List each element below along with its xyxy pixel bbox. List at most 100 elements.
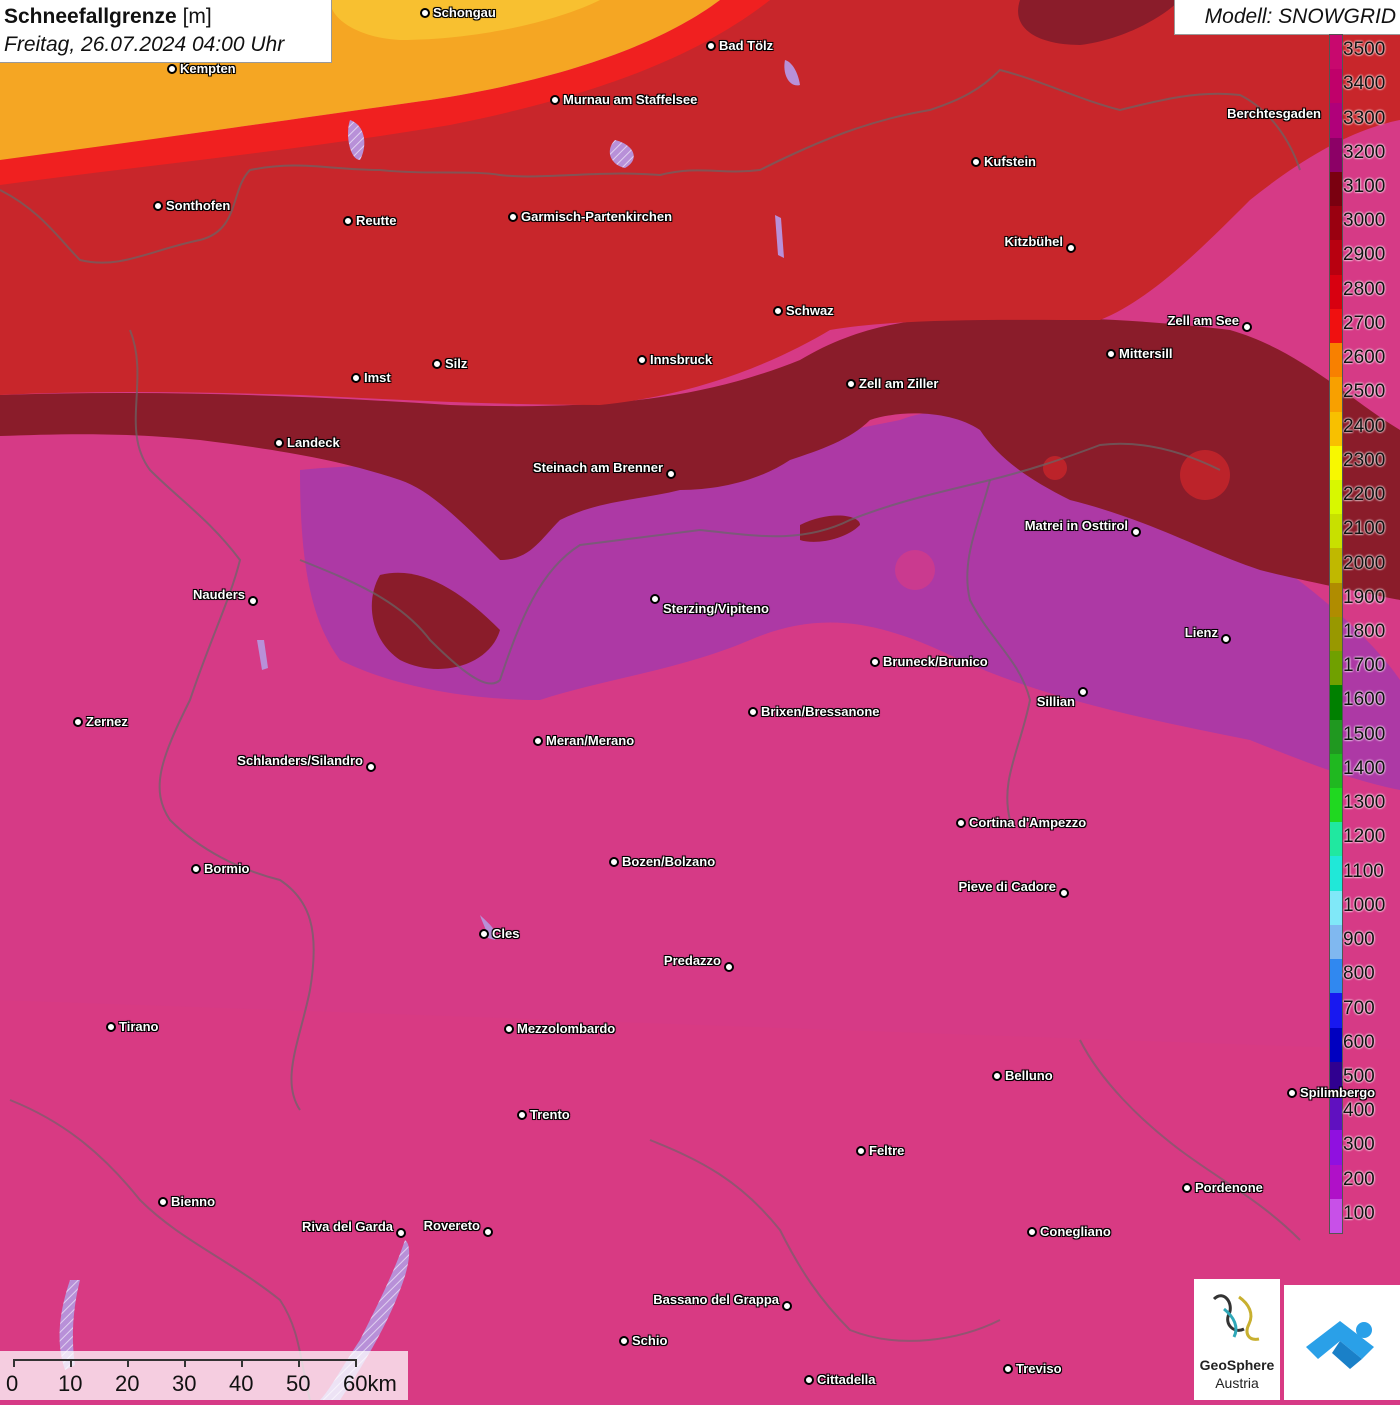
legend-label: 400: [1343, 1100, 1375, 1122]
scale-tick: [355, 1359, 357, 1367]
legend-swatch: [1330, 856, 1342, 892]
city-dot-icon: [1106, 349, 1116, 359]
city-dot-icon: [158, 1197, 168, 1207]
legend-swatch: [1330, 171, 1342, 207]
city-dot-icon: [1242, 322, 1252, 332]
city-label: Treviso: [1016, 1361, 1062, 1376]
map-title-main: Schneefallgrenze: [4, 5, 177, 28]
city-label: Kufstein: [984, 154, 1036, 169]
city-label: Cles: [492, 926, 520, 941]
legend-swatch: [1330, 753, 1342, 789]
scale-label: 20: [115, 1371, 140, 1396]
legend-label: 3500: [1343, 39, 1386, 61]
city-label: Reutte: [356, 213, 397, 228]
city-label: Sonthofen: [166, 198, 231, 213]
city-label: Mezzolombardo: [517, 1021, 616, 1036]
city-label: Nauders: [192, 587, 245, 602]
city-label: Bruneck/Brunico: [883, 654, 988, 669]
legend-label: 1200: [1343, 826, 1386, 848]
city-dot-icon: [73, 717, 83, 727]
legend-swatch: [1330, 822, 1342, 857]
city-dot-icon: [619, 1336, 629, 1346]
legend-swatch: [1330, 274, 1342, 310]
scale-tick: [70, 1359, 72, 1367]
city-label: Mittersill: [1119, 346, 1173, 361]
legend-swatch: [1330, 1027, 1342, 1063]
city-label: Belluno: [1005, 1068, 1053, 1083]
legend-swatch: [1330, 924, 1342, 960]
map-title-box: Schneefallgrenze [m] Freitag, 26.07.2024…: [0, 0, 332, 63]
legend-label: 2100: [1343, 518, 1386, 540]
legend-label: 900: [1343, 929, 1375, 951]
scale-tick: [184, 1359, 186, 1367]
legend-swatch: [1330, 685, 1342, 721]
city-label: Schwaz: [786, 303, 834, 318]
city-label: Sillian: [1036, 694, 1075, 709]
city-label: Conegliano: [1040, 1224, 1111, 1239]
city-dot-icon: [650, 594, 660, 604]
zone-spot: [895, 550, 935, 590]
city-label: Trento: [530, 1107, 570, 1122]
legend-swatch: [1330, 69, 1342, 104]
city-label: Bozen/Bolzano: [622, 854, 716, 869]
city-label: Garmisch-Partenkirchen: [521, 209, 673, 224]
legend-swatch: [1330, 479, 1342, 515]
legend-swatch: [1330, 582, 1342, 618]
legend-swatch: [1330, 1198, 1342, 1234]
legend-label: 2300: [1343, 449, 1386, 471]
city-dot-icon: [167, 64, 177, 74]
city-dot-icon: [504, 1024, 514, 1034]
scale-label: 60km: [343, 1371, 397, 1396]
legend-color-bar: [1329, 34, 1343, 1234]
legend-swatch: [1330, 35, 1342, 70]
city-label: Bienno: [171, 1194, 216, 1209]
legend-swatch: [1330, 959, 1342, 994]
city-label: Innsbruck: [650, 352, 713, 367]
city-label: Berchtesgaden: [1227, 106, 1321, 121]
legend-label: 1900: [1343, 586, 1386, 608]
geosphere-logo: GeoSphere Austria: [1194, 1279, 1280, 1400]
city-dot-icon: [773, 306, 783, 316]
city-dot-icon: [533, 736, 543, 746]
city-label: Silz: [445, 356, 468, 371]
map-title: Schneefallgrenze [m]: [4, 5, 212, 29]
legend-swatch: [1330, 377, 1342, 412]
legend-label: 2500: [1343, 381, 1386, 403]
scale-tick: [241, 1359, 243, 1367]
geosphere-logo-icon: [1212, 1294, 1260, 1341]
city-dot-icon: [248, 596, 258, 606]
city-dot-icon: [1182, 1183, 1192, 1193]
map-subtitle: Freitag, 26.07.2024 04:00 Uhr: [4, 33, 285, 56]
city-dot-icon: [992, 1071, 1002, 1081]
legend-swatch: [1330, 890, 1342, 926]
legend-swatch: [1330, 445, 1342, 481]
legend-label: 800: [1343, 963, 1375, 985]
city-label: Kempten: [180, 61, 236, 76]
scale-label: 10: [58, 1371, 83, 1396]
legend-label: 1600: [1343, 689, 1386, 711]
legend-swatch: [1330, 548, 1342, 584]
city-dot-icon: [1059, 888, 1069, 898]
legend-label: 2200: [1343, 484, 1386, 506]
city-dot-icon: [483, 1227, 493, 1237]
city-dot-icon: [508, 212, 518, 222]
city-label: Kitzbühel: [1004, 234, 1064, 249]
legend-label: 3300: [1343, 107, 1386, 129]
city-dot-icon: [609, 857, 619, 867]
legend-label: 3100: [1343, 176, 1386, 198]
city-dot-icon: [971, 157, 981, 167]
color-legend: 3500 3400 3300 3200 3100 3000 2900 2800 2700 2600…: [1329, 34, 1400, 1234]
legend-label: 1400: [1343, 757, 1386, 779]
zone-spot: [1043, 456, 1067, 480]
legend-label: 1000: [1343, 894, 1386, 916]
city-dot-icon: [637, 355, 647, 365]
city-label: Bormio: [204, 861, 250, 876]
legend-label: 3200: [1343, 141, 1386, 163]
city-dot-icon: [106, 1022, 116, 1032]
legend-swatch: [1330, 788, 1342, 823]
legend-swatch: [1330, 343, 1342, 378]
scale-tick: [127, 1359, 129, 1367]
city-label: Spilimbergo: [1300, 1085, 1376, 1100]
city-label: Zernez: [86, 714, 128, 729]
city-dot-icon: [517, 1110, 527, 1120]
